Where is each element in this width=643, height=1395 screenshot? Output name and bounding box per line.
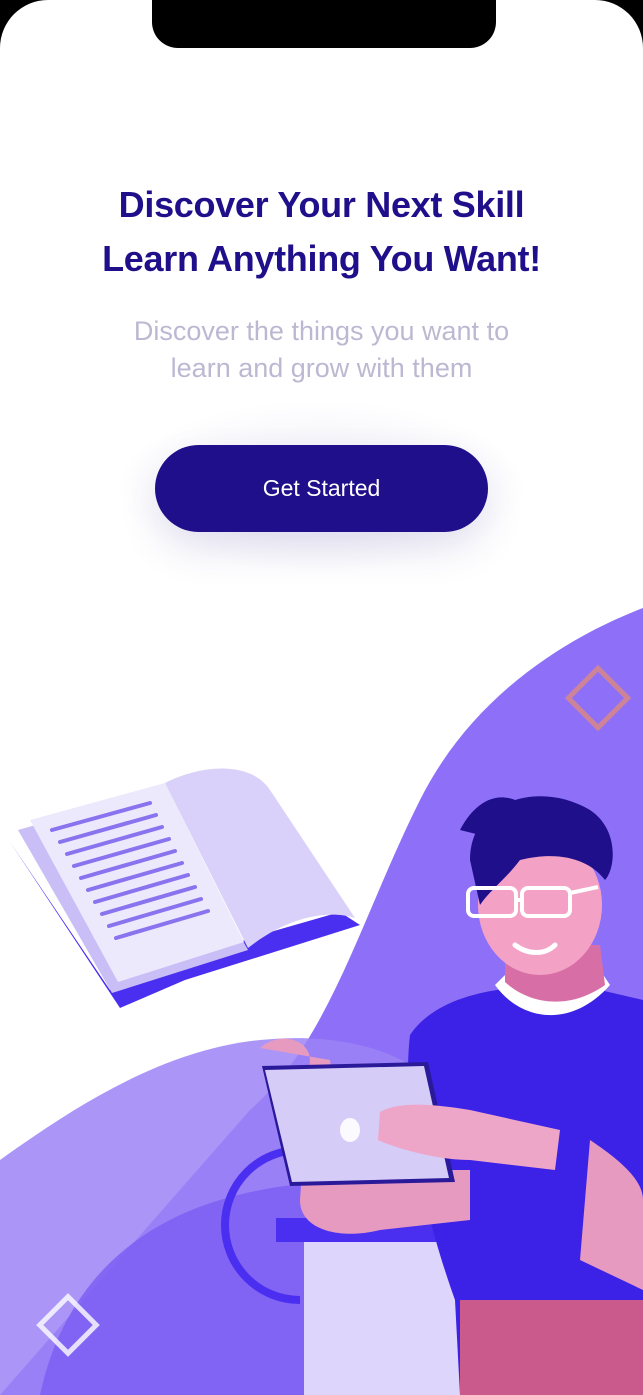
get-started-button[interactable]: Get Started bbox=[155, 445, 488, 532]
page-title: Discover Your Next Skill Learn Anything … bbox=[0, 178, 643, 286]
subtitle-line-1: Discover the things you want to bbox=[133, 316, 510, 346]
subtitle-line-2: learn and grow with them bbox=[170, 353, 473, 383]
subtitle: Discover the things you want to learn an… bbox=[0, 313, 643, 387]
onboarding-screen: Discover Your Next Skill Learn Anything … bbox=[0, 0, 643, 1395]
open-book bbox=[10, 768, 360, 1008]
headline-line-1: Discover Your Next Skill bbox=[118, 184, 525, 225]
device-notch bbox=[152, 0, 496, 48]
headline-line-2: Learn Anything You Want! bbox=[102, 238, 541, 279]
legs bbox=[460, 1300, 643, 1395]
learning-illustration bbox=[0, 608, 643, 1395]
